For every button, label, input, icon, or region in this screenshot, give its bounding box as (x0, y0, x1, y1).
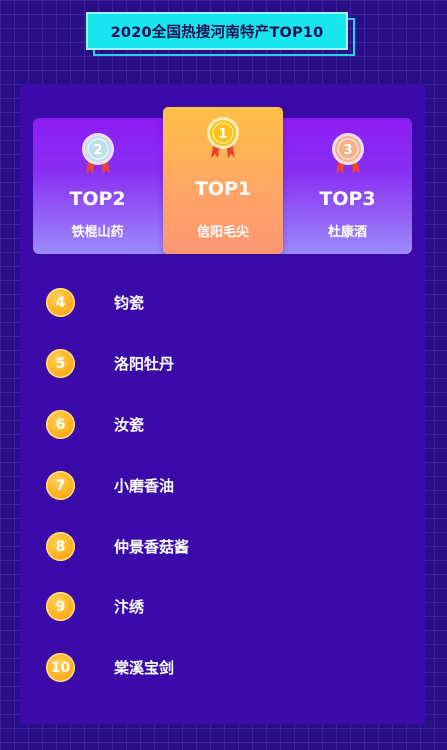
list-item-name: 小磨香油 (114, 477, 175, 495)
rank-badge: 4 (46, 288, 75, 317)
list-item-name: 仲景香菇酱 (114, 538, 190, 556)
podium-third[interactable]: 3 TOP3 杜康酒 (283, 118, 412, 254)
list-item[interactable]: 4 钧瓷 (46, 288, 376, 318)
list-item-name: 洛阳牡丹 (114, 355, 175, 373)
podium-first-rank: TOP1 (194, 178, 252, 200)
podium-second-rank: TOP2 (69, 188, 126, 210)
silver-medal-number: 2 (93, 143, 102, 158)
rank-badge: 6 (46, 410, 75, 439)
rank-badge: 5 (46, 349, 75, 378)
silver-medal-icon: 2 (81, 133, 114, 174)
podium-third-name: 杜康酒 (327, 225, 367, 240)
list-item-name: 钧瓷 (114, 294, 145, 312)
bronze-medal-number: 3 (343, 143, 352, 158)
podium-second[interactable]: 2 TOP2 铁棍山药 (33, 118, 162, 254)
page-title: 2020全国热搜河南特产TOP10 (86, 12, 348, 50)
rank-badge: 8 (46, 532, 75, 561)
list-item[interactable]: 5 洛阳牡丹 (46, 349, 376, 379)
list-item-name: 汴绣 (114, 598, 145, 616)
list-item[interactable]: 7 小磨香油 (46, 471, 376, 501)
list-item[interactable]: 10 棠溪宝剑 (46, 653, 376, 683)
list-item[interactable]: 8 仲景香菇酱 (46, 532, 376, 562)
podium-third-rank: TOP3 (319, 188, 376, 210)
list-item-name: 棠溪宝剑 (114, 659, 175, 677)
page-title-banner: 2020全国热搜河南特产TOP10 (86, 12, 355, 56)
gold-medal-icon: 1 (207, 117, 239, 158)
list-item[interactable]: 6 汝瓷 (46, 410, 376, 440)
rank-badge: 9 (46, 592, 75, 621)
gold-medal-number: 1 (218, 127, 227, 142)
podium-first-name: 信阳毛尖 (196, 225, 249, 240)
podium-second-name: 铁棍山药 (71, 225, 124, 240)
podium-first[interactable]: 1 TOP1 信阳毛尖 (163, 107, 283, 254)
rank-badge: 10 (46, 653, 75, 682)
list-item[interactable]: 9 汴绣 (46, 592, 376, 622)
rank-badge: 7 (46, 471, 75, 500)
list-item-name: 汝瓷 (114, 416, 145, 434)
bronze-medal-icon: 3 (331, 133, 364, 174)
